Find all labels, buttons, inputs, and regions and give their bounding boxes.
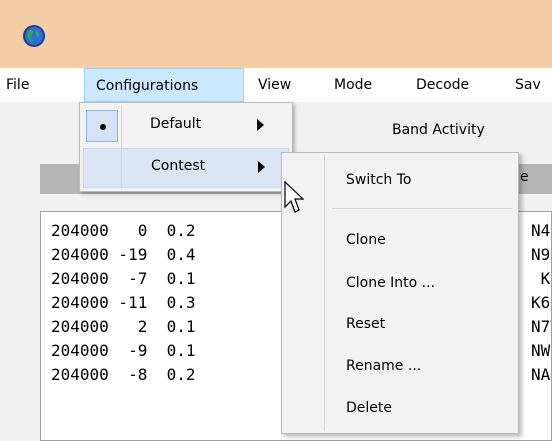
decode-row[interactable]: 204000 2 0.1 [51,315,196,339]
globe-app-icon [23,25,45,47]
config-item-label: Contest [151,158,206,174]
menu-file[interactable]: File [6,68,29,102]
config-item-contest[interactable]: Contest [83,148,289,188]
contest-submenu: Switch To Clone Clone Into ... Reset Ren… [281,152,519,434]
decode-row[interactable]: 204000 -11 0.3 [51,291,196,315]
menu-configurations[interactable]: Configurations [84,68,244,102]
decode-row[interactable]: 204000 0 0.2 [51,219,196,243]
decode-row[interactable]: 204000 -7 0.1 [51,267,196,291]
decode-row-callsign: N9E [531,245,551,264]
submenu-switch-to[interactable]: Switch To [346,172,411,188]
decode-row[interactable]: 204000 -8 0.2 [51,363,196,387]
submenu-arrow-icon [258,161,265,173]
submenu-delete[interactable]: Delete [346,400,392,416]
decode-row-callsign: KI [540,269,551,288]
decode-row-callsign: N4E [531,221,551,240]
menu-view[interactable]: View [258,68,291,102]
submenu-arrow-icon [257,119,264,131]
submenu-clone-into[interactable]: Clone Into ... [346,275,435,291]
decode-row-callsign: K6D [531,293,551,312]
menu-save[interactable]: Sav [515,68,541,102]
submenu-clone[interactable]: Clone [346,232,386,248]
config-item-label: Default [150,116,202,132]
bullet-icon [100,124,106,130]
menu-bar: File Configurations View Mode Decode Sav [0,68,552,103]
decode-row[interactable]: 204000 -19 0.4 [51,243,196,267]
config-item-default[interactable]: Default [83,106,289,146]
decode-row-callsign: NW7 [531,341,551,360]
decode-row-callsign: NA6 [531,365,551,384]
menu-separator [332,208,512,209]
decode-row[interactable]: 204000 -9 0.1 [51,339,196,363]
submenu-rename[interactable]: Rename ... [346,358,421,374]
submenu-reset[interactable]: Reset [346,316,385,332]
decode-row-callsign: N7T [531,317,551,336]
header-partial-text: e [520,169,529,185]
menu-mode[interactable]: Mode [334,68,372,102]
checked-indicator [86,110,118,142]
menu-decode[interactable]: Decode [416,68,469,102]
configurations-dropdown: Default Contest [79,102,293,192]
band-activity-label: Band Activity [392,122,485,138]
menu-gutter-divider [121,105,122,189]
menu-gutter-divider [324,155,325,431]
title-bar [0,0,552,68]
mouse-cursor-icon [284,181,304,213]
